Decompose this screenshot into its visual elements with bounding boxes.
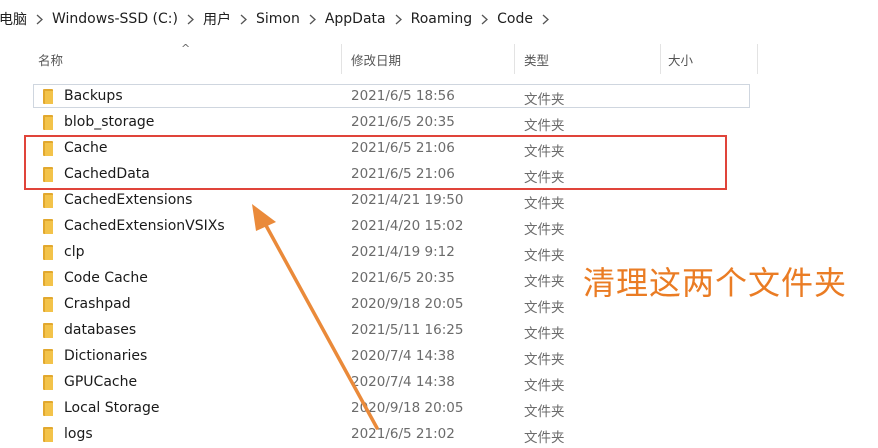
folder-icon — [43, 375, 53, 390]
file-name: Dictionaries — [64, 348, 148, 364]
chevron-right-icon[interactable] — [30, 14, 49, 25]
file-modified-date: 2021/4/21 19:50 — [351, 192, 464, 208]
file-type: 文件夹 — [524, 196, 565, 212]
folder-icon — [43, 401, 53, 416]
file-name: Code Cache — [64, 270, 148, 286]
column-header-name[interactable]: 名称 — [38, 50, 63, 69]
file-row[interactable]: GPUCache 2020/7/4 14:38 文件夹 — [0, 370, 878, 396]
file-type: 文件夹 — [524, 248, 565, 264]
file-type: 文件夹 — [524, 430, 565, 446]
file-modified-date: 2021/6/5 20:35 — [351, 114, 455, 130]
file-name: Local Storage — [64, 400, 160, 416]
file-row[interactable]: databases 2021/5/11 16:25 文件夹 — [0, 318, 878, 344]
file-row[interactable]: blob_storage 2021/6/5 20:35 文件夹 — [0, 110, 878, 136]
column-divider[interactable] — [660, 44, 661, 74]
column-header-size[interactable]: 大小 — [668, 50, 693, 69]
file-type: 文件夹 — [524, 222, 565, 238]
file-type: 文件夹 — [524, 144, 565, 160]
file-row[interactable]: Local Storage 2020/9/18 20:05 文件夹 — [0, 396, 878, 422]
breadcrumb-item-appdata[interactable]: AppData — [322, 11, 389, 27]
breadcrumb-item-code[interactable]: Code — [494, 11, 536, 27]
file-name: blob_storage — [64, 114, 155, 130]
breadcrumb-item-drive[interactable]: Windows-SSD (C:) — [49, 11, 181, 27]
file-name: Cache — [64, 140, 108, 156]
file-modified-date: 2021/6/5 18:56 — [351, 88, 455, 104]
file-type: 文件夹 — [524, 92, 565, 108]
breadcrumb-item-this-pc[interactable]: 电脑 — [0, 9, 30, 29]
chevron-right-icon[interactable] — [303, 14, 322, 25]
file-modified-date: 2020/9/18 20:05 — [351, 400, 464, 416]
chevron-right-icon[interactable] — [181, 14, 200, 25]
column-divider[interactable] — [514, 44, 515, 74]
file-row[interactable]: CachedData 2021/6/5 21:06 文件夹 — [0, 162, 878, 188]
file-row[interactable]: CachedExtensionVSIXs 2021/4/20 15:02 文件夹 — [0, 214, 878, 240]
folder-icon — [43, 297, 53, 312]
file-name: CachedData — [64, 166, 150, 182]
chevron-right-icon[interactable] — [234, 14, 253, 25]
annotation-text: 清理这两个文件夹 — [583, 264, 848, 302]
file-modified-date: 2021/5/11 16:25 — [351, 322, 464, 338]
folder-icon — [43, 115, 53, 130]
folder-icon — [43, 219, 53, 234]
file-modified-date: 2020/7/4 14:38 — [351, 374, 455, 390]
file-row[interactable]: Cache 2021/6/5 21:06 文件夹 — [0, 136, 878, 162]
file-modified-date: 2020/7/4 14:38 — [351, 348, 455, 364]
file-name: CachedExtensions — [64, 192, 193, 208]
column-header-row: 名称 修改日期 类型 大小 — [0, 44, 878, 74]
file-name: logs — [64, 426, 93, 442]
chevron-right-icon[interactable] — [475, 14, 494, 25]
file-modified-date: 2021/6/5 21:06 — [351, 140, 455, 156]
column-header-modified[interactable]: 修改日期 — [351, 50, 401, 69]
file-type: 文件夹 — [524, 118, 565, 134]
file-name: clp — [64, 244, 85, 260]
chevron-right-icon[interactable] — [389, 14, 408, 25]
file-type: 文件夹 — [524, 352, 565, 368]
file-modified-date: 2021/6/5 20:35 — [351, 270, 455, 286]
file-name: Crashpad — [64, 296, 131, 312]
breadcrumb-item-roaming[interactable]: Roaming — [408, 11, 476, 27]
file-modified-date: 2021/4/20 15:02 — [351, 218, 464, 234]
file-type: 文件夹 — [524, 326, 565, 342]
column-header-type[interactable]: 类型 — [524, 50, 549, 69]
breadcrumb: 电脑 Windows-SSD (C:) 用户 Simon AppData Roa… — [0, 0, 878, 38]
folder-icon — [43, 167, 53, 182]
folder-icon — [43, 271, 53, 286]
file-type: 文件夹 — [524, 404, 565, 420]
file-type: 文件夹 — [524, 274, 565, 290]
file-name: Backups — [64, 88, 123, 104]
folder-icon — [43, 89, 53, 104]
folder-icon — [43, 141, 53, 156]
folder-icon — [43, 245, 53, 260]
folder-icon — [43, 427, 53, 442]
folder-icon — [43, 323, 53, 338]
file-name: databases — [64, 322, 137, 338]
column-divider[interactable] — [757, 44, 758, 74]
file-type: 文件夹 — [524, 378, 565, 394]
file-row[interactable]: CachedExtensions 2021/4/21 19:50 文件夹 — [0, 188, 878, 214]
breadcrumb-item-users[interactable]: 用户 — [200, 9, 234, 29]
file-row[interactable]: Backups 2021/6/5 18:56 文件夹 — [0, 84, 878, 110]
chevron-right-icon[interactable] — [536, 14, 555, 25]
breadcrumb-item-simon[interactable]: Simon — [253, 11, 303, 27]
file-type: 文件夹 — [524, 300, 565, 316]
file-modified-date: 2021/4/19 9:12 — [351, 244, 455, 260]
column-divider[interactable] — [341, 44, 342, 74]
file-name: CachedExtensionVSIXs — [64, 218, 225, 234]
file-row[interactable]: logs 2021/6/5 21:02 文件夹 — [0, 422, 878, 448]
file-row[interactable]: Dictionaries 2020/7/4 14:38 文件夹 — [0, 344, 878, 370]
folder-icon — [43, 349, 53, 364]
file-modified-date: 2021/6/5 21:02 — [351, 426, 455, 442]
file-modified-date: 2020/9/18 20:05 — [351, 296, 464, 312]
file-modified-date: 2021/6/5 21:06 — [351, 166, 455, 182]
file-name: GPUCache — [64, 374, 138, 390]
file-type: 文件夹 — [524, 170, 565, 186]
folder-icon — [43, 193, 53, 208]
